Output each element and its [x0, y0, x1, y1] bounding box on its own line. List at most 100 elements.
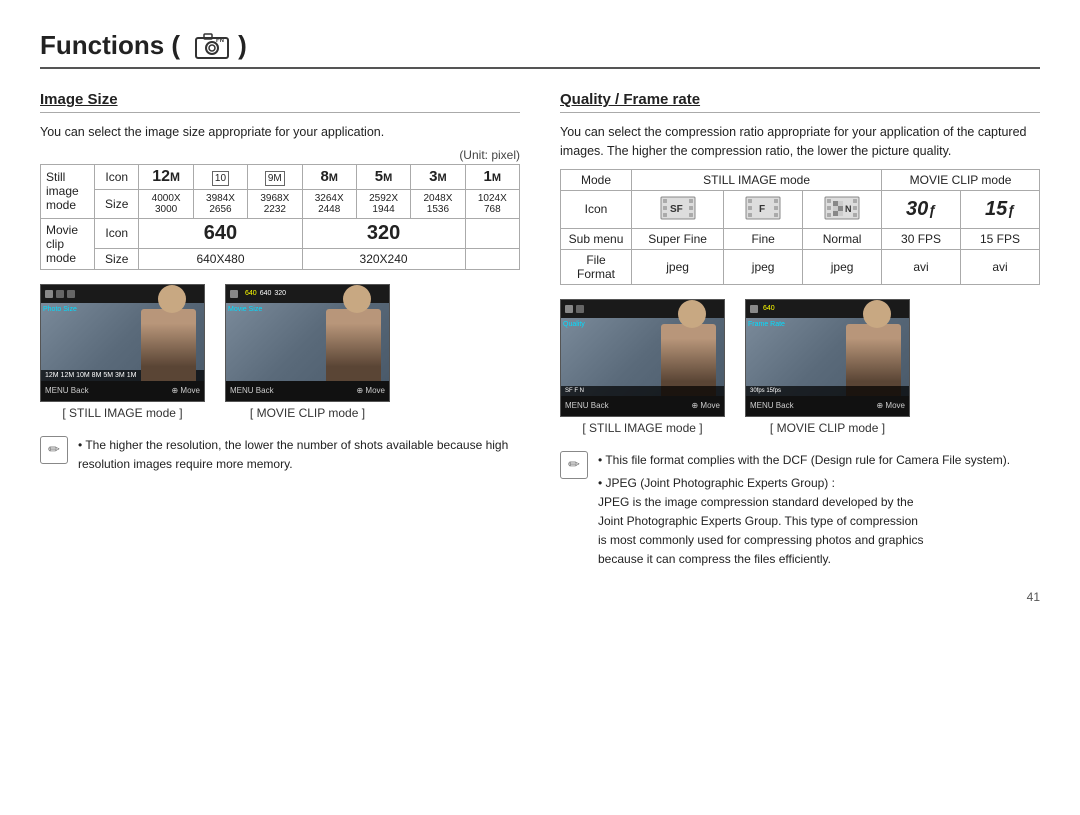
- still-image-header: STILL IMAGE mode: [632, 169, 882, 190]
- quality-still-label: [ STILL IMAGE mode ]: [582, 421, 702, 435]
- svg-text:F: F: [759, 204, 765, 215]
- page-number: 41: [40, 590, 1040, 604]
- quality-screenshots: Quality SF F N MENU Back ⊕ Move: [560, 299, 1040, 435]
- movie-icon-640: 640: [139, 218, 302, 248]
- note-icon: ✏: [40, 436, 68, 464]
- size-2592: 2592X1944: [356, 189, 410, 218]
- fps30-icon-cell: 30ƒ: [882, 190, 961, 228]
- submenu-15fps: 15 FPS: [961, 228, 1040, 249]
- still-screenshot: Photo Size 12M 12M 10M 8M 5M 3M 1M: [40, 284, 205, 420]
- table-row: Movieclipmode Icon 640 320: [41, 218, 520, 248]
- note-content: The higher the resolution, the lower the…: [78, 438, 508, 471]
- size-2048: 2048X1536: [411, 189, 465, 218]
- submenu-superfine: Super Fine: [632, 228, 724, 249]
- still-screenshot-img: Photo Size 12M 12M 10M 8M 5M 3M 1M: [40, 284, 205, 402]
- format-f: jpeg: [724, 249, 803, 284]
- camera-icon: FN: [194, 32, 230, 60]
- icon-row-label: Icon: [561, 190, 632, 228]
- still-screenshot-label: [ STILL IMAGE mode ]: [62, 406, 182, 420]
- fps15-icon: 15ƒ: [985, 198, 1015, 220]
- f-icon: F: [745, 194, 781, 222]
- unit-note: (Unit: pixel): [40, 148, 520, 162]
- quality-movie-img: 640 Frame Rate 30fps 15fps: [745, 299, 910, 417]
- quality-still-img: Quality SF F N MENU Back ⊕ Move: [560, 299, 725, 417]
- page-title: Functions ( FN ): [40, 30, 1040, 69]
- n-icon-cell: N: [803, 190, 882, 228]
- size-label: Size: [94, 189, 138, 218]
- movie-size-label: Size: [94, 248, 138, 269]
- movie-screenshot: 640 640 320 Movie Size MENU Ba: [225, 284, 390, 420]
- n-icon: N: [824, 194, 860, 222]
- size-3968: 3968X2232: [248, 189, 302, 218]
- image-size-desc: You can select the image size appropriat…: [40, 123, 520, 142]
- quality-title: Quality / Frame rate: [560, 91, 1040, 113]
- quality-desc: You can select the compression ratio app…: [560, 123, 1040, 161]
- format-30fps: avi: [882, 249, 961, 284]
- movie-icon-empty: [465, 218, 519, 248]
- image-size-note: ✏ • The higher the resolution, the lower…: [40, 436, 520, 474]
- format-n: jpeg: [803, 249, 882, 284]
- image-size-title: Image Size: [40, 91, 520, 113]
- quality-note-1-text: This file format complies with the DCF (…: [605, 453, 1010, 467]
- submenu-label: Sub menu: [561, 228, 632, 249]
- quality-still-overlay: Quality: [563, 320, 585, 330]
- mode-header: Mode: [561, 169, 632, 190]
- still-overlay-text: Photo Size: [43, 305, 77, 315]
- quality-section: Quality / Frame rate You can select the …: [560, 91, 1040, 570]
- title-suffix: ): [238, 30, 247, 61]
- image-size-table: Stillimagemode Icon 12M 10 9M 8M 5M 3M 1…: [40, 164, 520, 270]
- icon-10m: 10: [193, 164, 247, 189]
- quality-still-screenshot: Quality SF F N MENU Back ⊕ Move: [560, 299, 725, 435]
- quality-header-row: Mode STILL IMAGE mode MOVIE CLIP mode: [561, 169, 1040, 190]
- table-row: Stillimagemode Icon 12M 10 9M 8M 5M 3M 1…: [41, 164, 520, 189]
- main-content: Image Size You can select the image size…: [40, 91, 1040, 570]
- sf-icon-cell: SF: [632, 190, 724, 228]
- svg-text:SF: SF: [670, 204, 683, 215]
- f-icon-cell: F: [724, 190, 803, 228]
- quality-note-2: • JPEG (Joint Photographic Experts Group…: [598, 474, 1010, 570]
- icon-9m: 9M: [248, 164, 302, 189]
- submenu-30fps: 30 FPS: [882, 228, 961, 249]
- icon-3m: 3M: [411, 164, 465, 189]
- format-15fps: avi: [961, 249, 1040, 284]
- svg-text:FN: FN: [216, 38, 224, 44]
- movie-icon-320: 320: [302, 218, 465, 248]
- size-1024: 1024X768: [465, 189, 519, 218]
- movie-screenshot-label: [ MOVIE CLIP mode ]: [250, 406, 365, 420]
- size-3264: 3264X2448: [302, 189, 356, 218]
- movie-size-640: 640X480: [139, 248, 302, 269]
- movie-size-320: 320X240: [302, 248, 465, 269]
- submenu-normal: Normal: [803, 228, 882, 249]
- still-label: Stillimagemode: [41, 164, 95, 218]
- quality-format-row: FileFormat jpeg jpeg jpeg avi avi: [561, 249, 1040, 284]
- title-text: Functions (: [40, 30, 180, 61]
- image-size-section: Image Size You can select the image size…: [40, 91, 520, 570]
- quality-note-text: • This file format complies with the DCF…: [598, 451, 1010, 570]
- icon-12m: 12M: [139, 164, 193, 189]
- quality-submenu-row: Sub menu Super Fine Fine Normal 30 FPS 1…: [561, 228, 1040, 249]
- submenu-fine: Fine: [724, 228, 803, 249]
- size-3984: 3984X2656: [193, 189, 247, 218]
- quality-movie-label: [ MOVIE CLIP mode ]: [770, 421, 885, 435]
- note-bullet: •: [78, 438, 82, 452]
- movie-overlay-text: Movie Size: [228, 305, 262, 315]
- quality-icon-row: Icon SF: [561, 190, 1040, 228]
- movie-size-empty: [465, 248, 519, 269]
- fps30-icon: 30ƒ: [906, 198, 936, 220]
- quality-table: Mode STILL IMAGE mode MOVIE CLIP mode Ic…: [560, 169, 1040, 285]
- icon-5m: 5M: [356, 164, 410, 189]
- icon-label: Icon: [94, 164, 138, 189]
- movie-label: Movieclipmode: [41, 218, 95, 269]
- table-row: Size 640X480 320X240: [41, 248, 520, 269]
- format-sf: jpeg: [632, 249, 724, 284]
- size-4000: 4000X3000: [139, 189, 193, 218]
- icon-1m: 1M: [465, 164, 519, 189]
- movie-icon-label: Icon: [94, 218, 138, 248]
- table-row: Size 4000X3000 3984X2656 3968X2232 3264X…: [41, 189, 520, 218]
- quality-movie-overlay: Frame Rate: [748, 320, 785, 330]
- sf-icon: SF: [660, 194, 696, 222]
- image-size-screenshots: Photo Size 12M 12M 10M 8M 5M 3M 1M: [40, 284, 520, 420]
- fps15-icon-cell: 15ƒ: [961, 190, 1040, 228]
- format-label: FileFormat: [561, 249, 632, 284]
- note-text: • The higher the resolution, the lower t…: [78, 436, 520, 474]
